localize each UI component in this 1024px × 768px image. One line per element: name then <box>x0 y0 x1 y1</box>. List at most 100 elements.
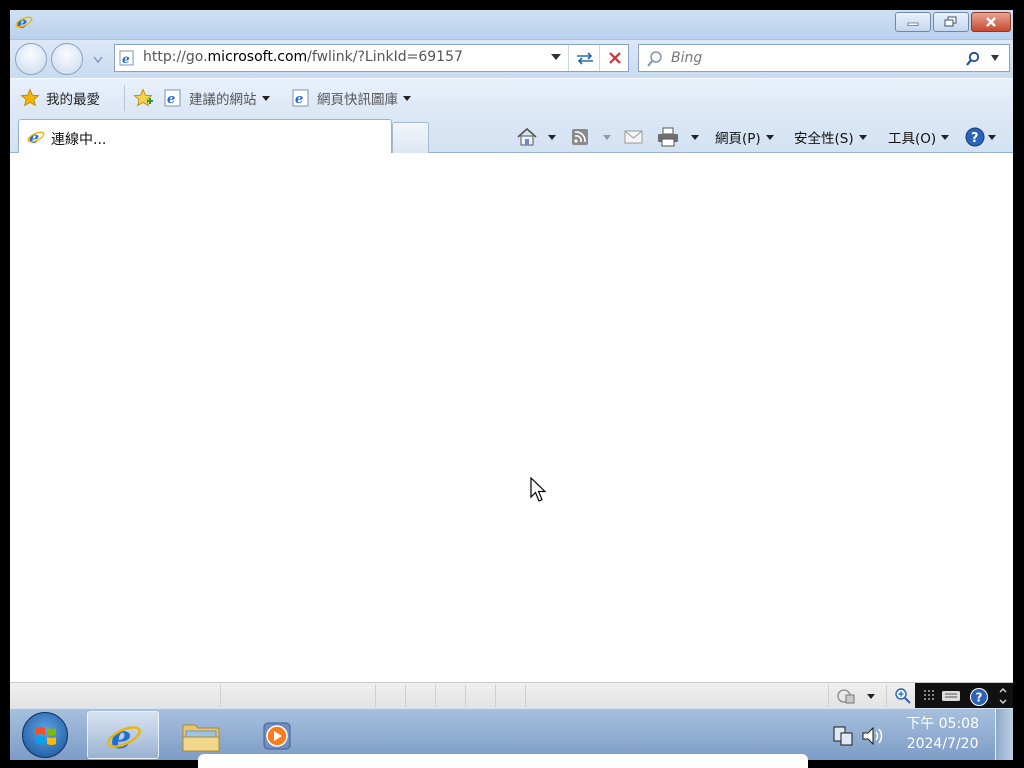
restore-icon <box>944 16 957 27</box>
stop-button[interactable] <box>601 46 629 70</box>
help-icon: ? <box>965 127 985 147</box>
grip-icon[interactable] <box>923 689 935 703</box>
address-bar[interactable]: e http://go.microsoft.com/fwlink/?LinkId… <box>114 44 629 72</box>
show-desktop-button[interactable] <box>995 709 1013 760</box>
favorites-separator <box>124 85 125 111</box>
keyboard-icon[interactable] <box>941 689 961 703</box>
address-suffix: /fwlink/?LinkId=69157 <box>307 49 463 65</box>
tab-row: e 連線中... 網頁(P) 安全性(S) 工具(O) ? <box>10 116 1013 153</box>
zoom-icon[interactable] <box>894 687 912 705</box>
status-segment <box>220 685 221 707</box>
chevron-down-icon[interactable] <box>691 134 699 140</box>
media-player-icon <box>263 722 291 750</box>
chevron-down-icon[interactable] <box>603 134 611 140</box>
compatibility-button[interactable] <box>571 46 599 70</box>
print-button[interactable] <box>657 127 699 147</box>
status-segment <box>435 685 436 707</box>
taskbar: e 下午 05:08 2024/7/20 <box>10 708 1013 760</box>
new-tab-button[interactable] <box>392 122 429 153</box>
ie-logo-icon: e <box>27 128 45 146</box>
status-bar: ? <box>10 682 1013 709</box>
read-mail-button[interactable] <box>624 127 644 147</box>
address-separator <box>568 45 569 71</box>
status-segment <box>375 685 376 707</box>
chevron-down-icon[interactable] <box>548 134 556 140</box>
chevron-down-icon <box>765 134 774 140</box>
minimize-icon <box>907 22 919 26</box>
system-clock[interactable]: 下午 05:08 2024/7/20 <box>906 714 979 754</box>
back-forward-group <box>15 43 105 75</box>
address-separator <box>599 45 600 71</box>
start-button[interactable] <box>22 712 68 758</box>
address-dropdown-icon[interactable] <box>551 54 561 60</box>
remote-toolbar: ? <box>915 683 1013 709</box>
mouse-pointer-icon <box>530 477 547 502</box>
folder-icon <box>182 724 220 752</box>
mail-icon <box>624 130 643 144</box>
page-icon: e <box>119 50 134 66</box>
forward-button[interactable] <box>51 43 83 75</box>
svg-text:?: ? <box>976 691 983 705</box>
more-icon[interactable] <box>999 688 1007 704</box>
help-icon[interactable]: ? <box>969 687 989 707</box>
taskbar-internet-explorer[interactable]: e <box>87 711 159 759</box>
search-go-icon[interactable] <box>965 51 981 67</box>
status-segment <box>495 685 496 707</box>
close-icon <box>986 17 996 27</box>
help-menu[interactable]: ? <box>965 127 996 147</box>
volume-icon[interactable] <box>861 725 885 747</box>
search-options-icon[interactable] <box>991 55 999 61</box>
taskbar-media-player[interactable] <box>243 711 315 759</box>
web-slice-gallery-label: 網頁快訊圖庫 <box>317 92 398 108</box>
chevron-down-icon[interactable] <box>867 694 875 699</box>
refresh-arrows-icon <box>577 52 593 65</box>
favorites-star-icon <box>20 88 40 107</box>
add-to-favorites-button[interactable] <box>133 87 155 109</box>
address-text[interactable]: http://go.microsoft.com/fwlink/?LinkId=6… <box>143 49 463 65</box>
favorites-button[interactable]: 我的最愛 <box>20 87 100 109</box>
network-icon[interactable] <box>832 725 854 747</box>
recent-pages-chevron-icon[interactable] <box>93 56 103 64</box>
printer-icon <box>658 127 678 147</box>
minimize-button[interactable] <box>895 12 931 32</box>
favorites-label: 我的最愛 <box>46 92 100 108</box>
svg-text:e: e <box>295 92 303 107</box>
status-segment <box>886 685 887 707</box>
status-segment <box>525 685 526 707</box>
chevron-down-icon <box>988 134 996 140</box>
feeds-button[interactable] <box>571 127 611 147</box>
tab-title: 連線中... <box>51 132 107 148</box>
suggested-sites-button[interactable]: e 建議的網站 <box>163 87 270 109</box>
tab-connecting[interactable]: e 連線中... <box>18 119 392 153</box>
ie-logo-icon: e <box>15 13 33 31</box>
ie-page-icon: e <box>292 89 309 107</box>
safety-menu[interactable]: 安全性(S) <box>794 127 867 147</box>
title-bar: e <box>10 10 1013 40</box>
bottom-overlay <box>198 754 808 768</box>
status-segment <box>465 685 466 707</box>
protected-mode-icon[interactable] <box>836 687 856 705</box>
page-menu[interactable]: 網頁(P) <box>715 127 774 147</box>
status-segment <box>405 685 406 707</box>
close-button[interactable] <box>971 12 1011 32</box>
svg-text:e: e <box>167 92 175 107</box>
web-slice-gallery-button[interactable]: e 網頁快訊圖庫 <box>291 87 411 109</box>
taskbar-windows-explorer[interactable] <box>165 711 237 759</box>
page-content[interactable] <box>10 153 1013 682</box>
search-box[interactable]: Bing <box>638 44 1010 72</box>
window-controls <box>895 12 1011 32</box>
ie-page-icon: e <box>164 89 181 107</box>
tools-menu[interactable]: 工具(O) <box>888 127 950 147</box>
svg-text:?: ? <box>971 131 979 146</box>
back-button[interactable] <box>15 43 47 75</box>
navigation-bar: e http://go.microsoft.com/fwlink/?LinkId… <box>10 40 1013 78</box>
chevron-down-icon <box>858 134 867 140</box>
svg-text:e: e <box>122 52 130 66</box>
rss-feed-icon <box>572 129 588 145</box>
restore-button[interactable] <box>933 12 969 32</box>
home-button[interactable] <box>516 127 556 147</box>
favorites-bar: 我的最愛 e 建議的網站 e 網頁快訊圖庫 <box>10 78 1013 116</box>
status-segment <box>828 685 829 707</box>
safety-menu-label: 安全性(S) <box>794 131 854 147</box>
ie-logo-icon: e <box>107 718 141 754</box>
